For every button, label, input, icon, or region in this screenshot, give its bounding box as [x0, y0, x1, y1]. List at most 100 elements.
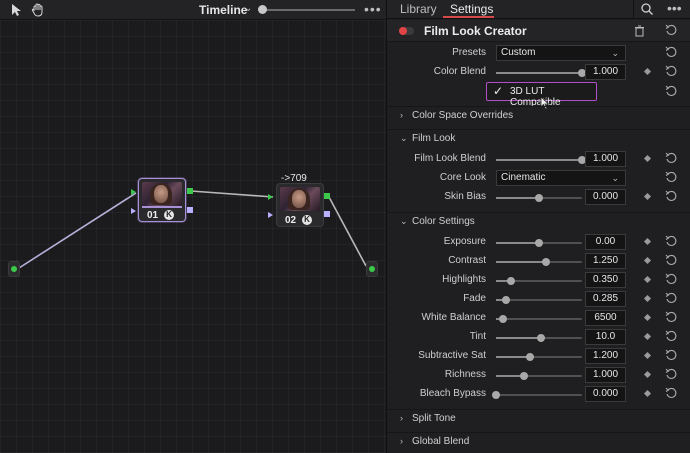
highlights-slider[interactable]	[496, 277, 582, 285]
effect-header: Film Look Creator	[387, 20, 690, 42]
input-node[interactable]	[8, 261, 20, 277]
highlights-value[interactable]: 0.350	[585, 272, 626, 288]
section-color-settings[interactable]: ⌄ Color Settings	[387, 212, 690, 231]
effect-enable-toggle[interactable]	[399, 27, 414, 35]
film-look-blend-slider[interactable]	[496, 156, 586, 164]
slider-handle[interactable]	[502, 296, 510, 304]
exposure-slider[interactable]	[496, 239, 582, 247]
keyframe-icon[interactable]	[643, 67, 652, 76]
reset-icon[interactable]	[665, 311, 678, 327]
reset-icon[interactable]	[665, 152, 678, 168]
color-blend-value[interactable]: 1.000	[585, 64, 626, 80]
reset-icon[interactable]	[665, 330, 678, 346]
chevron-down-icon: ⌄	[611, 173, 619, 183]
contrast-slider[interactable]	[496, 258, 582, 266]
keyframe-icon[interactable]	[643, 351, 652, 360]
node2-key-input[interactable]	[268, 212, 273, 218]
section-film-look[interactable]: ⌄ Film Look	[387, 129, 690, 148]
reset-icon[interactable]	[665, 254, 678, 270]
keyframe-icon[interactable]	[643, 256, 652, 265]
slider-handle[interactable]	[499, 315, 507, 323]
slider-handle[interactable]	[542, 258, 550, 266]
slider-handle[interactable]	[520, 372, 528, 380]
color-blend-slider[interactable]	[496, 69, 586, 77]
skin-bias-value[interactable]: 0.000	[585, 189, 626, 205]
color-blend-label: Color Blend	[433, 66, 486, 77]
slider-handle[interactable]	[507, 277, 515, 285]
node1-rgb-input[interactable]	[131, 189, 136, 195]
core-look-dropdown[interactable]: Cinematic ⌄	[496, 170, 626, 186]
node-number: 02	[285, 215, 297, 226]
keyframe-icon[interactable]	[643, 313, 652, 322]
reset-icon[interactable]	[665, 349, 678, 365]
slider-handle[interactable]	[537, 334, 545, 342]
chevron-right-icon: ›	[400, 413, 403, 423]
keyframe-icon[interactable]	[643, 370, 652, 379]
slider-handle[interactable]	[492, 391, 500, 399]
output-node[interactable]	[366, 261, 378, 277]
trash-icon[interactable]	[634, 25, 645, 37]
richness-slider[interactable]	[496, 372, 582, 380]
section-color-space-overrides[interactable]: › Color Space Overrides	[387, 106, 690, 125]
reset-icon[interactable]	[665, 46, 678, 62]
film-look-blend-value[interactable]: 1.000	[585, 151, 626, 167]
search-icon[interactable]	[640, 2, 654, 16]
tab-library[interactable]: Library	[400, 2, 437, 16]
contrast-row: Contrast 1.250	[387, 252, 690, 271]
node-02[interactable]: 02 K	[276, 183, 324, 227]
keyframe-icon[interactable]	[643, 237, 652, 246]
keyframe-icon[interactable]	[643, 192, 652, 201]
reset-icon[interactable]	[665, 273, 678, 289]
node1-key-output[interactable]	[187, 207, 193, 213]
subtractive-sat-slider[interactable]	[496, 353, 582, 361]
chevron-right-icon: ›	[400, 110, 403, 120]
section-title: Color Settings	[412, 216, 475, 227]
keyframe-icon[interactable]	[643, 332, 652, 341]
node2-key-output[interactable]	[324, 211, 330, 217]
fade-slider[interactable]	[496, 296, 582, 304]
reset-icon[interactable]	[665, 24, 678, 40]
slider-handle[interactable]	[526, 353, 534, 361]
contrast-value[interactable]: 1.250	[585, 253, 626, 269]
node2-rgb-output[interactable]	[324, 193, 330, 199]
reset-icon[interactable]	[665, 235, 678, 251]
wire-node2-to-output	[328, 196, 367, 267]
tab-settings[interactable]: Settings	[450, 2, 493, 16]
section-split-tone[interactable]: › Split Tone	[387, 409, 690, 428]
node1-key-input[interactable]	[131, 208, 136, 214]
presets-dropdown[interactable]: Custom ⌄	[496, 45, 626, 61]
slider-handle[interactable]	[535, 194, 543, 202]
white-balance-value[interactable]: 6500	[585, 310, 626, 326]
reset-icon[interactable]	[665, 292, 678, 308]
reset-icon[interactable]	[665, 368, 678, 384]
panel-more-icon[interactable]: •••	[667, 0, 682, 16]
bleach-bypass-value[interactable]: 0.000	[585, 386, 626, 402]
white-balance-slider[interactable]	[496, 315, 582, 323]
subtractive-sat-value[interactable]: 1.200	[585, 348, 626, 364]
node1-rgb-output[interactable]	[187, 188, 193, 194]
fade-value[interactable]: 0.285	[585, 291, 626, 307]
reset-icon[interactable]	[665, 387, 678, 403]
richness-value[interactable]: 1.000	[585, 367, 626, 383]
keyframe-icon[interactable]	[643, 294, 652, 303]
reset-icon[interactable]	[665, 65, 678, 81]
keyframe-icon[interactable]	[643, 275, 652, 284]
bleach-bypass-slider[interactable]	[492, 391, 582, 399]
section-global-blend[interactable]: › Global Blend	[387, 432, 690, 451]
node-editor[interactable]: Timeline ⌄ ••• 01 K ->709 02 K	[0, 0, 386, 453]
keyframe-icon[interactable]	[643, 389, 652, 398]
tint-slider[interactable]	[496, 334, 582, 342]
reset-icon[interactable]	[665, 171, 678, 187]
node-01[interactable]: 01 K	[138, 178, 186, 222]
exposure-value[interactable]: 0.00	[585, 234, 626, 250]
node2-rgb-input[interactable]	[268, 194, 273, 200]
reset-icon[interactable]	[665, 85, 678, 101]
reset-icon[interactable]	[665, 190, 678, 206]
lut-compatible-label: 3D LUT Compatible	[510, 86, 561, 108]
chevron-right-icon: ›	[400, 436, 403, 446]
tint-value[interactable]: 10.0	[585, 329, 626, 345]
presets-label: Presets	[452, 47, 486, 58]
skin-bias-slider[interactable]	[496, 194, 582, 202]
keyframe-icon[interactable]	[643, 154, 652, 163]
slider-handle[interactable]	[535, 239, 543, 247]
